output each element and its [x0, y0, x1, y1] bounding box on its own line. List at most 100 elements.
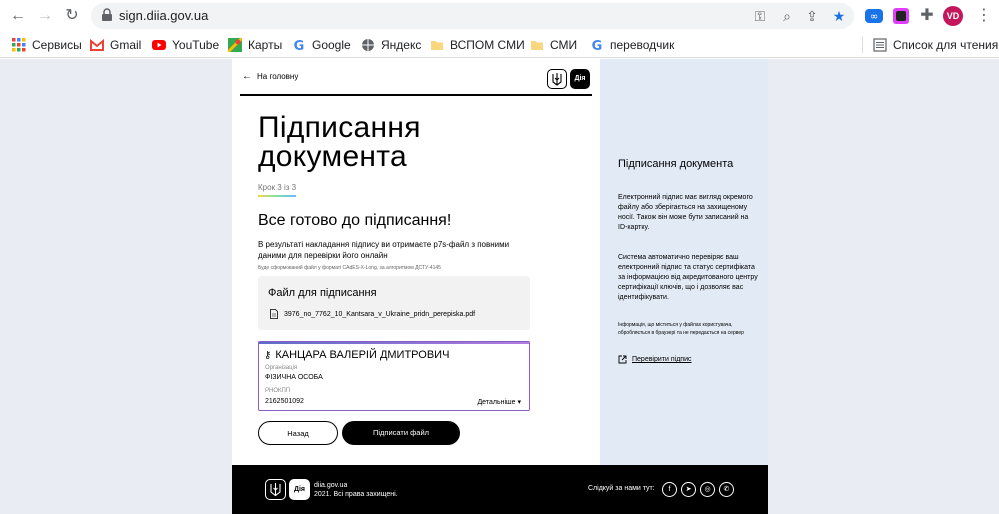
apps-grid-icon	[12, 38, 26, 52]
bookmarks-bar: Сервисы Gmail YouTube Карты G Google Янд…	[0, 32, 999, 58]
bookmark-label: Gmail	[110, 38, 142, 52]
bookmark-yandex[interactable]: Яндекс	[361, 36, 421, 54]
sidebar-paragraph-2: Система автоматично перевіряє ваш електр…	[618, 254, 758, 301]
footer-trident-logo[interactable]	[265, 479, 286, 500]
instagram-icon[interactable]: ◎	[700, 482, 715, 497]
svg-text:∞: ∞	[870, 12, 878, 23]
diia-logo[interactable]: Дія	[570, 69, 590, 89]
folder-icon	[431, 41, 443, 50]
svg-text:G: G	[294, 39, 305, 52]
profile-avatar[interactable]: VD	[943, 6, 963, 26]
bookmarks-separator	[862, 37, 863, 53]
svg-text:G: G	[592, 39, 603, 52]
reload-icon[interactable]: ↻	[62, 6, 82, 26]
back-button[interactable]: Назад	[258, 421, 338, 445]
viber-icon[interactable]: ✆	[719, 482, 734, 497]
bookmark-label: переводчик	[610, 38, 675, 52]
footer-diia-logo[interactable]: Дія	[289, 479, 310, 500]
organization-label: Організація	[265, 365, 298, 371]
reading-list-button[interactable]: Список для чтения	[873, 36, 998, 54]
youtube-icon	[152, 40, 166, 50]
arrow-left-icon: ←	[242, 71, 252, 82]
footer-copyright: 2021. Всі права захищені.	[314, 491, 398, 498]
footer-site: diia.gov.ua	[314, 482, 348, 489]
bookmark-smi[interactable]: СМИ	[530, 36, 577, 54]
zoom-icon[interactable]: ⌕	[777, 6, 797, 26]
globe-icon	[362, 39, 374, 51]
bookmark-label: Яндекс	[381, 38, 422, 52]
bookmark-star-icon[interactable]: ★	[829, 6, 849, 26]
file-name: 3976_no_7762_10_Kantsara_v_Ukraine_pridn…	[284, 310, 476, 318]
file-item[interactable]: 3976_no_7762_10_Kantsara_v_Ukraine_pridn…	[270, 309, 475, 319]
bookmark-label: СМИ	[550, 38, 578, 52]
page-title-line2: документа	[258, 140, 407, 173]
signer-name: КАНЦАРА ВАЛЕРІЙ ДМИТРОВИЧ	[275, 349, 450, 361]
document-icon	[270, 309, 278, 319]
step-indicator: Крок 3 із 3	[258, 183, 297, 192]
step-progress-bar	[258, 195, 296, 197]
trident-icon	[270, 483, 281, 497]
sidebar-title: Підписання документа	[618, 158, 734, 170]
google-icon: G	[592, 39, 603, 52]
step-progress-fill	[258, 195, 296, 197]
lock-icon	[102, 8, 112, 21]
trident-logo[interactable]	[547, 69, 567, 89]
extensions-puzzle-icon[interactable]: ✚	[917, 6, 937, 26]
extension-color-icon[interactable]	[891, 6, 911, 26]
follow-us-label: Слідкуй за нами тут:	[588, 485, 655, 492]
forward-arrow-icon[interactable]: →	[35, 6, 55, 26]
sidebar-privacy-note: Інформація, що міститься у файлах корист…	[618, 322, 744, 336]
reading-list-label: Список для чтения	[893, 38, 999, 52]
key-icon: ⚷	[264, 349, 272, 361]
bookmark-maps[interactable]: Карты	[228, 36, 282, 54]
details-toggle[interactable]: Детальніше ▾	[477, 398, 521, 406]
details-label: Детальніше	[477, 399, 516, 406]
file-box-title: Файл для підписання	[268, 287, 377, 299]
sign-file-button[interactable]: Підписати файл	[342, 421, 460, 445]
bookmark-label: YouTube	[172, 38, 220, 52]
facebook-icon[interactable]: f	[662, 482, 677, 497]
bookmark-label: Карты	[248, 38, 283, 52]
back-link-label: На головну	[257, 72, 299, 81]
bookmark-gmail[interactable]: Gmail	[90, 36, 141, 54]
browser-toolbar: ← → ↻ sign.diia.gov.ua ⚿ ⌕ ⇪ ★ ∞ ✚ VD ⋮	[0, 0, 999, 32]
format-note: Буде сформований файл у форматі CAdES-X-…	[258, 265, 441, 271]
result-description: В результаті накладання підпису ви отрим…	[258, 240, 510, 260]
gmail-icon	[90, 38, 104, 51]
bookmark-google[interactable]: G Google	[292, 36, 351, 54]
extension-infinity-icon[interactable]: ∞	[864, 6, 884, 26]
bookmark-label: Сервисы	[32, 38, 82, 52]
organization-value: ФІЗИЧНА ОСОБА	[265, 374, 323, 381]
bookmark-translator[interactable]: G переводчик	[590, 36, 675, 54]
bookmark-services[interactable]: Сервисы	[12, 36, 82, 54]
key-icon[interactable]: ⚿	[750, 6, 770, 26]
page-background: ← На головну Дія Підписання документа Кр…	[0, 59, 999, 514]
verify-signature-link[interactable]: Перевірити підпис	[618, 355, 691, 364]
bookmark-youtube[interactable]: YouTube	[152, 36, 219, 54]
signer-card: ⚷ КАНЦАРА ВАЛЕРІЙ ДМИТРОВИЧ Організація …	[258, 341, 530, 411]
verify-link-label: Перевірити підпис	[632, 356, 692, 363]
trident-icon	[552, 73, 562, 86]
page-title: Підписання документа	[258, 111, 421, 173]
rnokpp-value: 2162501092	[265, 398, 304, 405]
back-to-home-link[interactable]: ← На головну	[242, 71, 298, 82]
url-text: sign.diia.gov.ua	[119, 8, 209, 23]
file-to-sign-box: Файл для підписання 3976_no_7762_10_Kant…	[258, 276, 530, 330]
chevron-down-icon: ▾	[517, 399, 521, 406]
info-sidebar: Підписання документа Електронний підпис …	[600, 59, 768, 465]
share-icon[interactable]: ⇪	[802, 6, 822, 26]
bookmark-label: ВСПОМ СМИ	[450, 38, 525, 52]
address-bar[interactable]: sign.diia.gov.ua ⚿ ⌕ ⇪ ★	[91, 3, 854, 29]
back-arrow-icon[interactable]: ←	[8, 6, 28, 26]
sidebar-paragraph-1: Електронний підпис має вигляд окремого ф…	[618, 194, 753, 231]
footer: Дія diia.gov.ua 2021. Всі права захищені…	[232, 465, 768, 514]
telegram-icon[interactable]: ➤	[681, 482, 696, 497]
menu-dots-icon[interactable]: ⋮	[976, 6, 992, 26]
bookmark-vspom-smi[interactable]: ВСПОМ СМИ	[430, 36, 525, 54]
header-divider	[240, 94, 592, 96]
footer-info: diia.gov.ua 2021. Всі права захищені.	[314, 481, 398, 499]
page-title-line1: Підписання	[258, 111, 421, 144]
rnokpp-label: РНОКПП	[265, 388, 291, 394]
folder-icon	[531, 41, 543, 50]
ready-heading: Все готово до підписання!	[258, 212, 452, 229]
